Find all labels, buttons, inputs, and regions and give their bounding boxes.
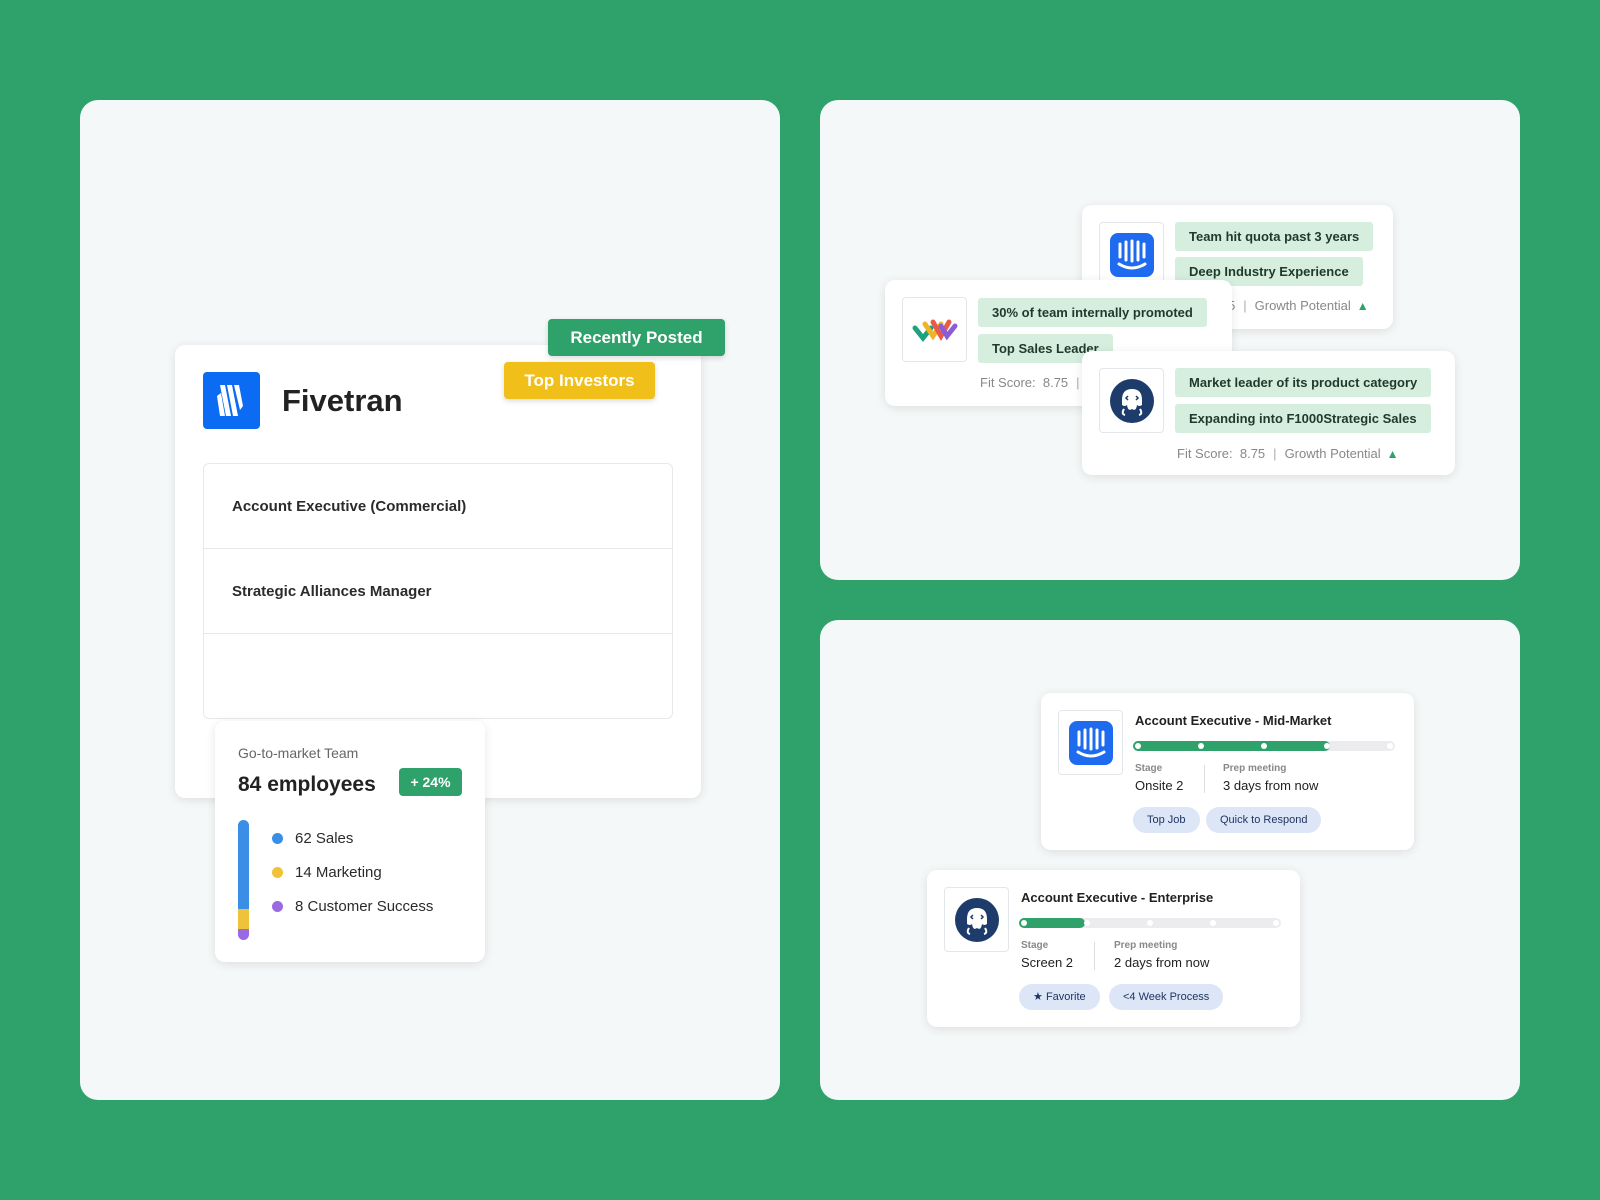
company-name: Fivetran xyxy=(282,383,403,418)
match-tag: Market leader of its product category xyxy=(1175,368,1432,397)
match-card-octopus[interactable]: Market leader of its product category Ex… xyxy=(1082,351,1455,475)
progress-dot xyxy=(1084,920,1090,926)
job-row[interactable]: Strategic Alliances Manager xyxy=(204,549,672,634)
growth-label: Growth Potential xyxy=(1254,298,1351,313)
progress-fill xyxy=(1133,741,1330,751)
legend-item-customer-success: 8 Customer Success xyxy=(272,898,433,915)
company-panel: Fivetran Account Executive (Commercial) … xyxy=(80,100,780,1100)
stage-progress-bar xyxy=(1133,741,1395,751)
application-title: Account Executive - Mid-Market xyxy=(1135,713,1332,728)
growth-label: Growth Potential xyxy=(1284,446,1381,461)
progress-dot xyxy=(1387,743,1393,749)
sales-segment xyxy=(238,820,249,909)
up-arrow-icon: ▲ xyxy=(1356,299,1369,313)
job-list: Account Executive (Commercial) Strategic… xyxy=(203,463,673,719)
legend-item-sales: 62 Sales xyxy=(272,830,353,847)
stage-label: Stage xyxy=(1021,940,1049,951)
progress-dot xyxy=(1135,743,1141,749)
progress-dot xyxy=(1021,920,1027,926)
team-breakdown-bar xyxy=(238,820,249,940)
fit-score-value: 8.75 xyxy=(1239,446,1266,461)
prep-label: Prep meeting xyxy=(1114,940,1178,951)
divider xyxy=(1094,942,1095,970)
fivetran-logo-icon xyxy=(203,372,260,429)
top-investors-badge: Top Investors xyxy=(504,362,655,399)
prep-value: 3 days from now xyxy=(1223,778,1319,793)
pill-top-job[interactable]: Top Job xyxy=(1133,807,1200,833)
customer-success-segment xyxy=(238,928,249,940)
divider xyxy=(1204,765,1205,793)
progress-dot xyxy=(1261,743,1267,749)
progress-dot xyxy=(1147,920,1153,926)
gtm-title: Go-to-market Team xyxy=(238,745,359,761)
legend-label: 62 Sales xyxy=(295,830,354,847)
application-card[interactable]: Account Executive - Enterprise Stage Scr… xyxy=(927,870,1300,1027)
stage-progress-bar xyxy=(1019,918,1281,928)
applications-panel xyxy=(820,620,1520,1100)
progress-dot xyxy=(1198,743,1204,749)
progress-dot xyxy=(1210,920,1216,926)
gtm-team-card: Go-to-market Team 84 employees + 24% 62 … xyxy=(215,721,485,962)
growth-badge: + 24% xyxy=(399,768,462,796)
stage-value: Screen 2 xyxy=(1021,955,1074,970)
stage-label: Stage xyxy=(1135,763,1163,774)
yellow-dot-icon xyxy=(272,867,283,878)
match-tag: Expanding into F1000Strategic Sales xyxy=(1175,404,1431,433)
prep-value: 2 days from now xyxy=(1114,955,1210,970)
legend-item-marketing: 14 Marketing xyxy=(272,864,382,881)
legend-label: 8 Customer Success xyxy=(295,898,434,915)
fit-score-value: 8.75 xyxy=(1042,375,1069,390)
employee-count: 84 employees xyxy=(238,773,376,796)
octopus-logo-icon xyxy=(944,887,1009,952)
prep-label: Prep meeting xyxy=(1223,763,1287,774)
job-row[interactable]: Account Executive (Commercial) xyxy=(204,464,672,549)
octopus-logo-icon xyxy=(1099,368,1164,433)
purple-dot-icon xyxy=(272,901,283,912)
marketing-segment xyxy=(238,908,249,929)
blue-dot-icon xyxy=(272,833,283,844)
progress-fill xyxy=(1019,918,1085,928)
legend-label: 14 Marketing xyxy=(295,864,382,881)
application-card[interactable]: Account Executive - Mid-Market Stage Ons… xyxy=(1041,693,1414,850)
fit-score-label: Fit Score: xyxy=(980,375,1036,390)
pill-quick-to-respond[interactable]: Quick to Respond xyxy=(1206,807,1322,833)
progress-dot xyxy=(1324,743,1330,749)
score-line: Fit Score: 8.75 | Growth Potential ▲ xyxy=(1177,446,1399,461)
up-arrow-icon: ▲ xyxy=(1386,447,1399,461)
score-line: 5|Growth Potential▲ xyxy=(1228,298,1369,313)
star-icon: ★ xyxy=(1033,991,1043,1003)
recently-posted-badge: Recently Posted xyxy=(548,319,725,356)
application-title: Account Executive - Enterprise xyxy=(1021,890,1214,905)
colorful-logo-icon xyxy=(902,297,967,362)
intercom-logo-icon xyxy=(1099,222,1164,287)
stage-value: Onsite 2 xyxy=(1135,778,1184,793)
intercom-logo-icon xyxy=(1058,710,1123,775)
match-tag: 30% of team internally promoted xyxy=(978,298,1207,327)
pill-week-process[interactable]: <4 Week Process xyxy=(1109,984,1224,1010)
match-tag: Team hit quota past 3 years xyxy=(1175,222,1374,251)
job-row[interactable] xyxy=(204,634,672,719)
pill-label: Favorite xyxy=(1045,991,1086,1003)
progress-dot xyxy=(1273,920,1279,926)
score-line: Fit Score: 8.75 | xyxy=(980,375,1080,390)
pill-favorite[interactable]: ★ Favorite xyxy=(1019,984,1100,1010)
fit-score-label: Fit Score: xyxy=(1177,446,1233,461)
